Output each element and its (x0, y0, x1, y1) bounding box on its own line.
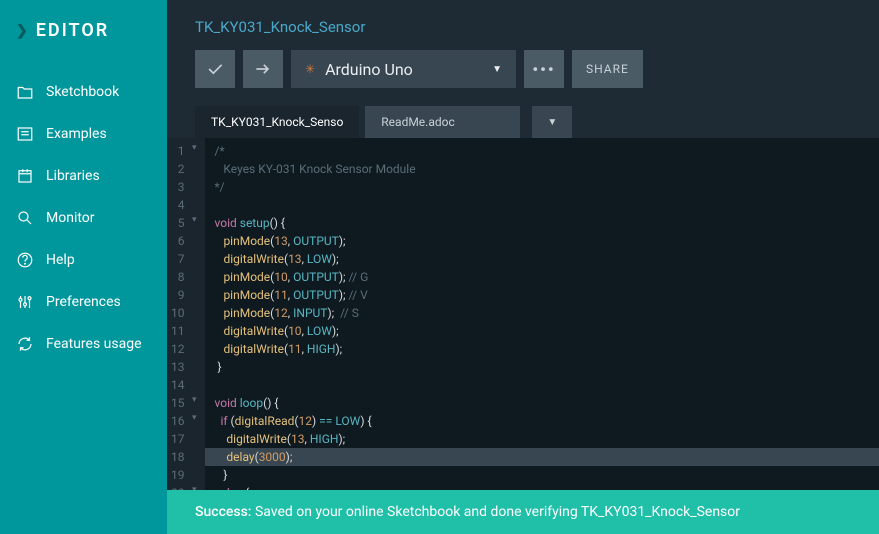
tab-sketch[interactable]: TK_KY031_Knock_Senso (195, 106, 359, 138)
code-area[interactable]: /* Keyes KY-031 Knock Sensor Module*/ vo… (205, 138, 879, 490)
header: TK_KY031_Knock_Sensor ✳ Arduino Uno ▼ ••… (167, 0, 879, 106)
caret-down-icon: ▼ (492, 64, 502, 75)
list-icon (16, 125, 34, 143)
status-bar: Success: Saved on your online Sketchbook… (167, 490, 879, 534)
nav-label: Help (46, 252, 75, 268)
status-prefix: Success: (195, 504, 251, 520)
tab-dropdown[interactable]: ▼ (532, 106, 572, 138)
sidebar: ❯ EDITOR Sketchbook Examples Libraries M… (0, 0, 167, 534)
nav-help[interactable]: Help (0, 239, 167, 281)
tab-bar: TK_KY031_Knock_Senso ReadMe.adoc ▼ (167, 106, 879, 138)
nav-label: Features usage (46, 336, 142, 352)
editor-logo: ❯ EDITOR (0, 20, 167, 71)
code-editor[interactable]: 1▾2 3 4 5▾6 7 8 9 10 11 12 13 14 15▾16▾1… (167, 138, 879, 490)
board-icon: ✳ (305, 62, 315, 76)
nav-label: Libraries (46, 168, 100, 184)
upload-button[interactable] (243, 50, 283, 88)
tab-readme[interactable]: ReadMe.adoc (365, 106, 520, 138)
board-selector[interactable]: ✳ Arduino Uno ▼ (291, 50, 516, 88)
chevron-right-icon: ❯ (16, 23, 30, 39)
refresh-icon (16, 335, 34, 353)
sliders-icon (16, 293, 34, 311)
main-area: TK_KY031_Knock_Sensor ✳ Arduino Uno ▼ ••… (167, 0, 879, 534)
folder-icon (16, 83, 34, 101)
gutter: 1▾2 3 4 5▾6 7 8 9 10 11 12 13 14 15▾16▾1… (167, 138, 205, 490)
search-icon (16, 209, 34, 227)
verify-button[interactable] (195, 50, 235, 88)
logo-text: EDITOR (36, 20, 109, 41)
share-button[interactable]: SHARE (572, 50, 643, 88)
nav-sketchbook[interactable]: Sketchbook (0, 71, 167, 113)
board-name: Arduino Uno (325, 60, 413, 79)
library-icon (16, 167, 34, 185)
nav-label: Examples (46, 126, 107, 142)
toolbar: ✳ Arduino Uno ▼ ••• SHARE (195, 50, 851, 88)
nav-label: Monitor (46, 210, 95, 226)
nav-label: Preferences (46, 294, 121, 310)
sketch-title: TK_KY031_Knock_Sensor (195, 18, 851, 36)
status-message: Saved on your online Sketchbook and done… (251, 504, 740, 520)
more-menu-button[interactable]: ••• (524, 50, 564, 88)
nav-features-usage[interactable]: Features usage (0, 323, 167, 365)
help-icon (16, 251, 34, 269)
nav-examples[interactable]: Examples (0, 113, 167, 155)
nav-libraries[interactable]: Libraries (0, 155, 167, 197)
nav-monitor[interactable]: Monitor (0, 197, 167, 239)
nav-preferences[interactable]: Preferences (0, 281, 167, 323)
nav-label: Sketchbook (46, 84, 119, 100)
